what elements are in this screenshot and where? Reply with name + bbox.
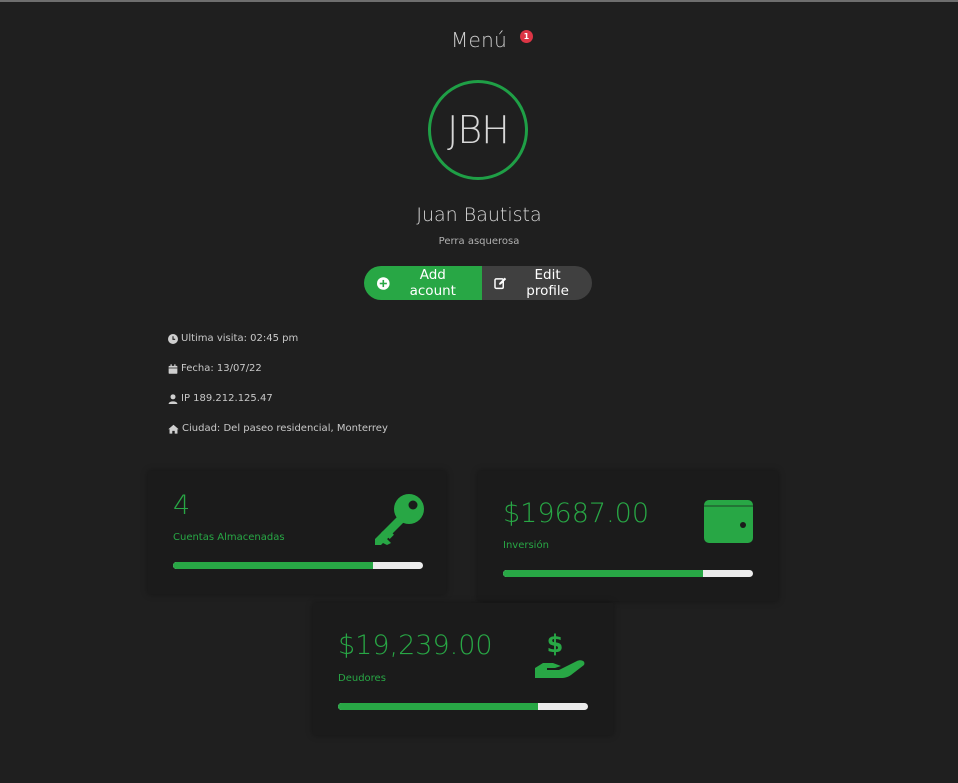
last-visit-text: Ultima visita: 02:45 pm (181, 333, 299, 344)
avatar-initials: JBH (447, 108, 510, 152)
city-text: Ciudad: Del paseo residencial, Monterrey (182, 423, 388, 434)
add-account-label: Add acount (409, 267, 456, 299)
edit-icon (494, 277, 507, 290)
info-date: Fecha: 13/07/22 (168, 363, 388, 393)
notification-badge[interactable]: 1 (520, 30, 534, 43)
hand-money-icon: $ (535, 630, 585, 678)
debtors-progress-fill (338, 703, 538, 710)
session-info: Ultima visita: 02:45 pm Fecha: 13/07/22 … (168, 333, 388, 453)
investment-label: Inversión (503, 540, 549, 551)
wallet-icon (704, 500, 753, 543)
user-icon (168, 394, 178, 404)
debtors-progress (338, 703, 588, 710)
svg-text:$: $ (547, 630, 564, 658)
accounts-progress (173, 562, 423, 569)
top-border (0, 0, 958, 2)
stat-card-accounts: 4 Cuentas Almacenadas (148, 471, 446, 594)
info-last-visit: Ultima visita: 02:45 pm (168, 333, 388, 363)
edit-profile-label: Edit profile (526, 267, 569, 299)
user-subtitle: Perra asquerosa (438, 236, 520, 247)
info-city: Ciudad: Del paseo residencial, Monterrey (168, 423, 388, 453)
investment-progress (503, 570, 753, 577)
menu-title[interactable]: Menú (451, 28, 507, 52)
ip-text: IP 189.212.125.47 (181, 393, 273, 404)
investment-amount: $19687.00 (503, 498, 650, 529)
investment-progress-fill (503, 570, 703, 577)
info-ip: IP 189.212.125.47 (168, 393, 388, 423)
profile-actions: Add acount Edit profile (364, 266, 592, 300)
accounts-progress-fill (173, 562, 373, 569)
debtors-amount: $19,239.00 (338, 630, 493, 661)
date-text: Fecha: 13/07/22 (181, 363, 262, 374)
stat-card-debtors: $19,239.00 Deudores $ (313, 603, 613, 735)
accounts-count: 4 (173, 490, 191, 521)
avatar: JBH (428, 80, 528, 180)
add-account-button[interactable]: Add acount (364, 266, 482, 300)
clock-icon (168, 334, 178, 344)
home-icon (168, 424, 179, 434)
debtors-label: Deudores (338, 673, 386, 684)
calendar-icon (168, 364, 178, 374)
stat-card-investment: $19687.00 Inversión (478, 471, 778, 601)
menu-header: Menú 1 (0, 28, 958, 52)
key-icon (375, 494, 424, 545)
edit-profile-button[interactable]: Edit profile (482, 266, 592, 300)
plus-circle-icon (377, 276, 390, 290)
accounts-label: Cuentas Almacenadas (173, 532, 285, 543)
user-name: Juan Bautista (416, 204, 542, 226)
